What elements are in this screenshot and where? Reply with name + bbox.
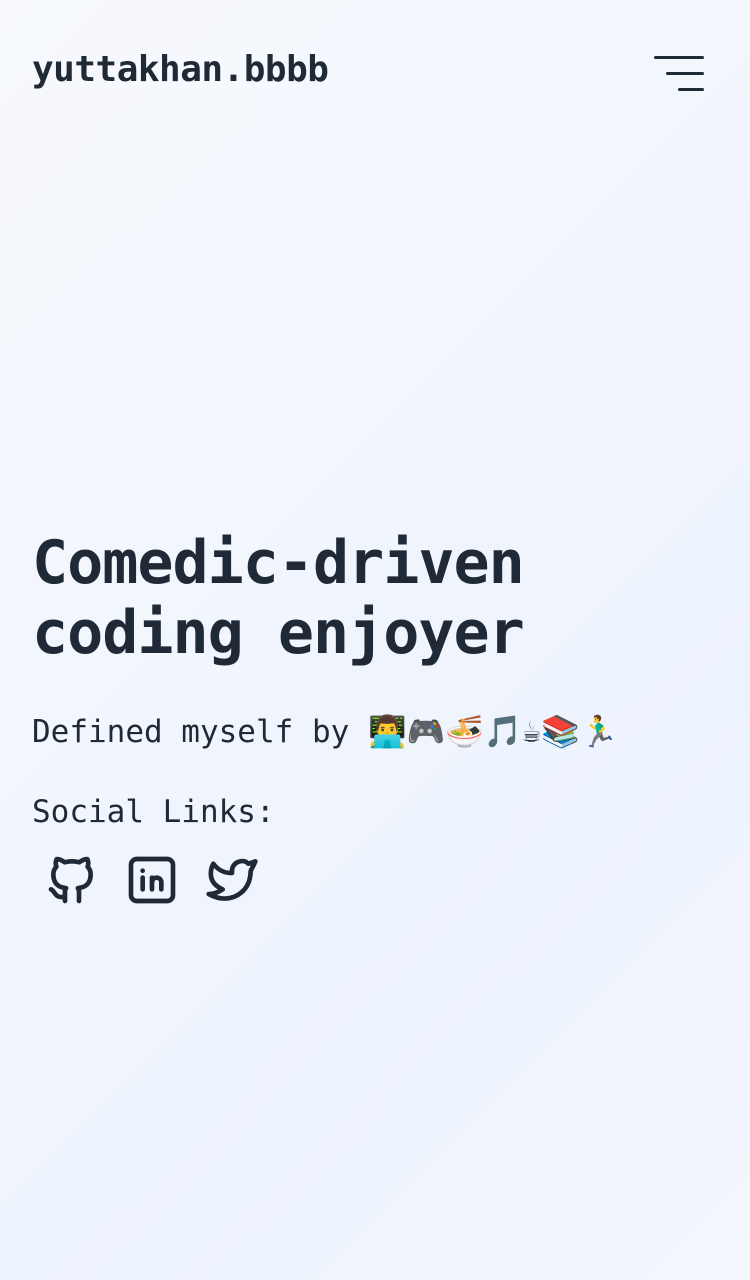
menu-bar-middle xyxy=(666,72,704,75)
headline-line-2: coding enjoyer xyxy=(32,598,525,668)
headline-line-1: Comedic-driven xyxy=(32,528,525,598)
hero-tagline: Defined myself by 👨‍💻🎮🍜🎵☕📚🏃‍♂️ xyxy=(32,714,619,750)
social-links xyxy=(32,848,272,912)
linkedin-icon xyxy=(128,856,176,904)
social-links-label: Social Links: xyxy=(32,794,275,830)
menu-bar-bottom xyxy=(678,88,704,91)
menu-button[interactable] xyxy=(652,56,704,96)
menu-bar-top xyxy=(654,56,704,59)
twitter-icon xyxy=(206,858,258,901)
github-icon xyxy=(48,856,93,904)
site-title[interactable]: yuttakhan.bbbb xyxy=(32,46,329,94)
hero-headline: Comedic-driven coding enjoyer xyxy=(32,528,722,668)
linkedin-link[interactable] xyxy=(112,848,192,912)
github-link[interactable] xyxy=(32,848,112,912)
hero-section: Comedic-driven coding enjoyer Defined my… xyxy=(32,528,722,832)
twitter-link[interactable] xyxy=(192,848,272,912)
